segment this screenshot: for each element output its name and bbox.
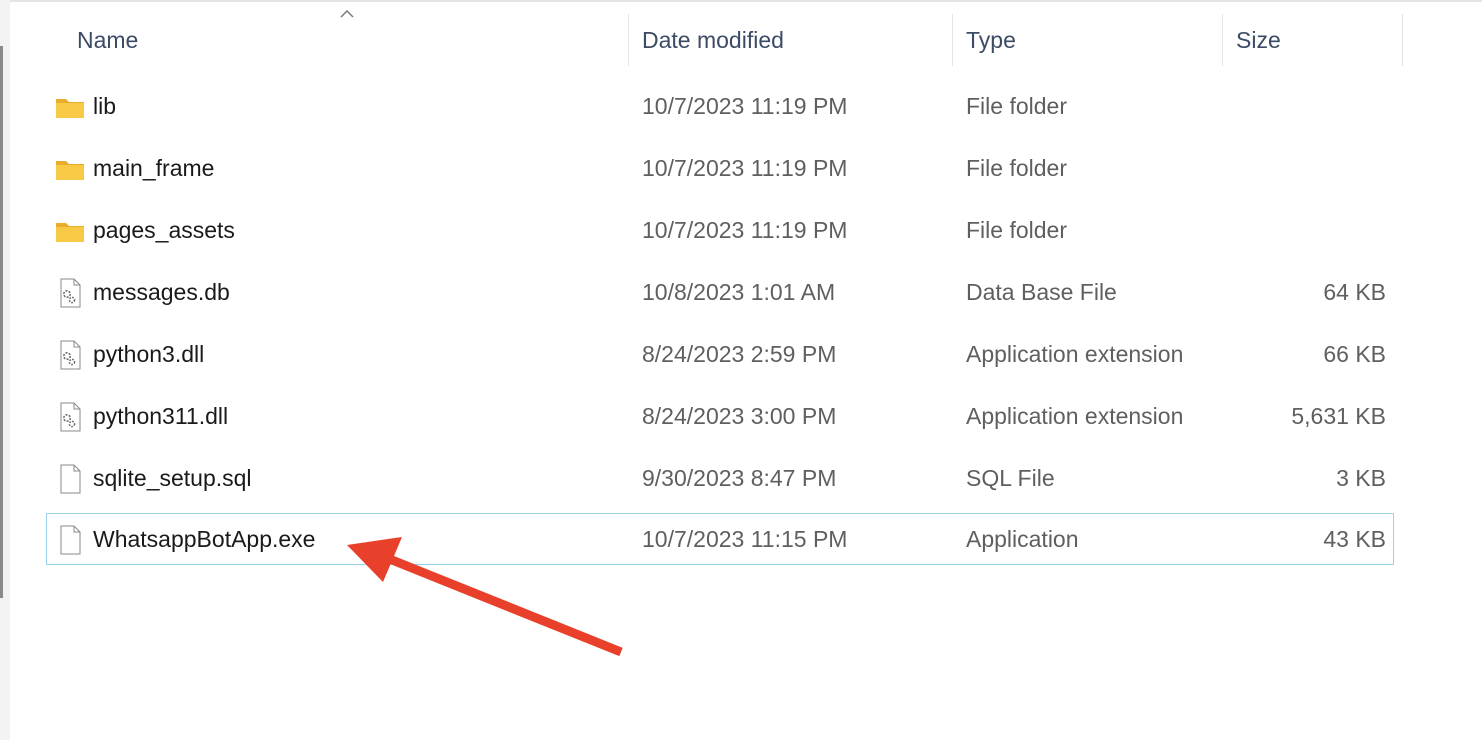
file-row-python3-dll[interactable]: python3.dll 8/24/2023 2:59 PM Applicatio… xyxy=(46,328,1394,380)
file-type: File folder xyxy=(966,217,1067,243)
file-date-modified: 10/7/2023 11:19 PM xyxy=(642,155,848,181)
file-type: Application extension xyxy=(966,341,1184,367)
file-date-modified: 9/30/2023 8:47 PM xyxy=(642,465,837,491)
file-type: Application xyxy=(966,526,1079,552)
file-row-sqlite-setup-sql[interactable]: sqlite_setup.sql 9/30/2023 8:47 PM SQL F… xyxy=(46,452,1394,504)
column-header-name[interactable]: Name xyxy=(64,14,628,66)
file-name: python311.dll xyxy=(93,403,229,429)
file-date-modified: 10/7/2023 11:19 PM xyxy=(642,93,848,119)
file-name: pages_assets xyxy=(93,217,235,243)
column-divider[interactable] xyxy=(1402,14,1403,66)
top-border xyxy=(0,0,1482,2)
file-size: 43 KB xyxy=(1323,526,1386,552)
file-name: python3.dll xyxy=(93,341,205,367)
file-size: 5,631 KB xyxy=(1291,403,1386,429)
file-name: sqlite_setup.sql xyxy=(93,465,252,491)
file-row-python311-dll[interactable]: python311.dll 8/24/2023 3:00 PM Applicat… xyxy=(46,390,1394,442)
file-row-main-frame[interactable]: main_frame 10/7/2023 11:19 PM File folde… xyxy=(46,142,1394,194)
file-explorer-details-view: Name Date modified Type Size lib 10/7/20… xyxy=(0,0,1482,740)
settings-file-icon xyxy=(60,402,81,432)
column-header-size[interactable]: Size xyxy=(1223,14,1402,66)
file-row-pages-assets[interactable]: pages_assets 10/7/2023 11:19 PM File fol… xyxy=(46,204,1394,256)
file-type: File folder xyxy=(966,93,1067,119)
column-header-type[interactable]: Type xyxy=(953,14,1222,66)
folder-icon xyxy=(56,223,84,242)
column-header-bar: Name Date modified Type Size xyxy=(0,14,1482,66)
column-header-date-modified[interactable]: Date modified xyxy=(629,14,952,66)
file-type: File folder xyxy=(966,155,1067,181)
file-type: SQL File xyxy=(966,465,1055,491)
file-row-messages-db[interactable]: messages.db 10/8/2023 1:01 AM Data Base … xyxy=(46,266,1394,318)
settings-file-icon xyxy=(60,340,81,370)
file-size: 66 KB xyxy=(1323,341,1386,367)
file-date-modified: 8/24/2023 2:59 PM xyxy=(642,341,837,367)
file-name: lib xyxy=(93,93,117,119)
blank-file-icon xyxy=(60,464,81,494)
file-name: main_frame xyxy=(93,155,215,181)
file-type: Data Base File xyxy=(966,279,1117,305)
scrollbar-thumb[interactable] xyxy=(0,46,3,598)
folder-icon xyxy=(56,99,84,118)
settings-file-icon xyxy=(60,278,81,308)
file-size: 3 KB xyxy=(1336,465,1386,491)
file-row-lib[interactable]: lib 10/7/2023 11:19 PM File folder xyxy=(46,80,1394,132)
file-size: 64 KB xyxy=(1323,279,1386,305)
file-type: Application extension xyxy=(966,403,1184,429)
blank-file-icon xyxy=(60,525,81,555)
file-date-modified: 10/7/2023 11:15 PM xyxy=(642,526,848,552)
file-name: WhatsappBotApp.exe xyxy=(93,526,316,552)
file-date-modified: 10/7/2023 11:19 PM xyxy=(642,217,848,243)
file-row-whatsappbotapp-exe[interactable]: WhatsappBotApp.exe 10/7/2023 11:15 PM Ap… xyxy=(46,513,1394,565)
file-name: messages.db xyxy=(93,279,230,305)
file-date-modified: 8/24/2023 3:00 PM xyxy=(642,403,837,429)
file-date-modified: 10/8/2023 1:01 AM xyxy=(642,279,836,305)
folder-icon xyxy=(56,161,84,180)
